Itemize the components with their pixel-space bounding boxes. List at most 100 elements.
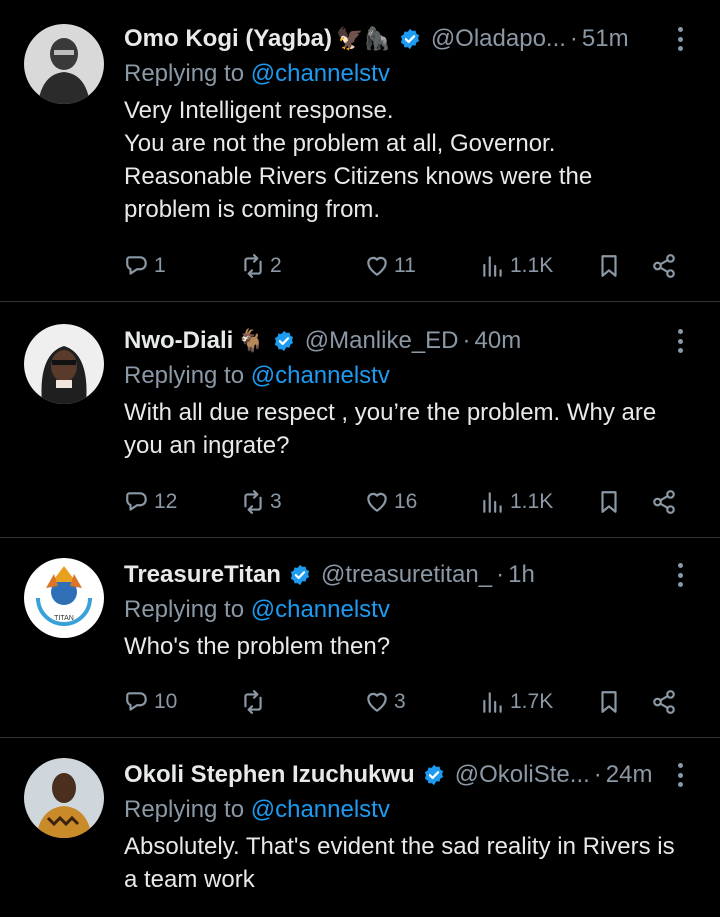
tweet-card[interactable]: Omo Kogi (Yagba) 🦅🦍 @Oladapo... · 51m Re… [0,0,720,302]
handle[interactable]: @Oladapo... [431,25,566,53]
tweet-text-line: a team work [124,866,255,893]
mention-link[interactable]: @channelstv [251,60,390,87]
tweet-text-line: you an ingrate? [124,432,290,459]
share-icon [653,254,675,278]
views-icon [483,492,502,513]
time-separator: · [569,25,578,52]
bookmark-button[interactable] [596,684,622,720]
like-button[interactable]: 11 [364,248,416,284]
reply-icon [126,692,147,711]
more-options-icon[interactable] [670,326,690,356]
like-button[interactable]: 3 [364,684,406,720]
tweet-card[interactable]: TITAN TreasureTitan @treasuretitan_ · 1h… [0,538,720,738]
views-button[interactable]: 1.1K [480,484,553,520]
svg-text:TITAN: TITAN [54,615,74,622]
verified-badge-icon [290,564,310,586]
reply-count: 10 [154,690,178,713]
avatar[interactable] [24,324,104,404]
time-separator: · [462,327,471,354]
views-button[interactable]: 1.7K [480,684,553,720]
like-count: 16 [394,490,418,513]
reply-icon [126,256,147,275]
mention-link[interactable]: @channelstv [251,796,390,823]
view-count: 1.7K [510,690,554,713]
replying-to-label: Replying to [124,796,251,823]
more-options-icon[interactable] [670,560,690,590]
heart-icon [367,256,387,276]
reply-count: 1 [154,254,166,277]
views-icon [483,692,502,713]
like-count: 11 [394,254,416,277]
handle[interactable]: @treasuretitan_ [321,561,492,589]
retweet-icon [244,254,262,278]
avatar[interactable]: TITAN [24,558,104,638]
tweet-text: Who's the problem then? [124,630,690,663]
timestamp[interactable]: 24m [606,761,653,789]
reply-button[interactable]: 1 [124,248,166,284]
display-name[interactable]: Okoli Stephen Izuchukwu [124,761,415,789]
time-separator: · [593,761,602,788]
handle[interactable]: @OkoliSte... [455,761,590,789]
reply-button[interactable]: 10 [124,684,177,720]
display-name[interactable]: Omo Kogi (Yagba) [124,25,332,53]
action-bar: 1 2 11 1.1K [124,248,690,284]
tweet-text: With all due respect , you’re the proble… [124,396,690,462]
heart-icon [367,492,387,512]
time-separator: · [496,561,505,588]
retweet-icon [244,690,262,714]
retweet-button[interactable]: 3 [240,484,282,520]
replying-to-label: Replying to [124,596,251,623]
views-button[interactable]: 1.1K [480,248,553,284]
bookmark-icon [601,255,617,277]
bookmark-button[interactable] [596,248,622,284]
avatar[interactable] [24,24,104,104]
display-name[interactable]: Nwo-Diali [124,327,233,355]
tweet-card[interactable]: Nwo-Diali 🐐 @Manlike_ED · 40m Replying t… [0,302,720,538]
bookmark-icon [601,691,617,713]
verified-badge-icon [400,28,419,50]
replying-to: Replying to @channelstv [124,360,690,392]
handle[interactable]: @Manlike_ED [305,327,459,355]
replying-to: Replying to @channelstv [124,594,690,626]
share-button[interactable] [651,684,677,720]
tweet-text-line: Who's the problem then? [124,633,391,660]
more-options-icon[interactable] [670,760,690,790]
avatar[interactable] [24,758,104,838]
retweet-count: 3 [270,490,282,513]
reply-count: 12 [154,490,178,513]
retweet-button[interactable] [240,684,270,720]
mention-link[interactable]: @channelstv [251,362,390,389]
verified-badge-icon [424,764,443,786]
bookmark-icon [601,491,617,513]
replying-to: Replying to @channelstv [124,794,690,826]
tweet-text-line: Absolutely. That's evident the sad reali… [124,833,675,860]
replying-to-label: Replying to [124,362,251,389]
tweet-text-line: Reasonable Rivers Citizens knows were th… [124,163,593,190]
bookmark-button[interactable] [596,484,622,520]
verified-badge-icon [274,330,293,352]
views-icon [483,256,502,277]
action-bar: 10 3 1.7K [124,684,690,720]
timestamp[interactable]: 40m [475,327,522,355]
retweet-icon [244,490,262,514]
replying-to: Replying to @channelstv [124,58,690,90]
name-emoji: 🦅🦍 [336,26,391,51]
display-name[interactable]: TreasureTitan [124,561,281,589]
replying-to-label: Replying to [124,60,251,87]
reply-button[interactable]: 12 [124,484,177,520]
retweet-count: 2 [270,254,282,277]
timestamp[interactable]: 51m [582,25,629,53]
heart-icon [367,692,387,712]
tweet-text-line: With all due respect , you’re the proble… [124,399,657,426]
share-icon [653,690,675,714]
more-options-icon[interactable] [670,24,690,54]
retweet-button[interactable]: 2 [240,248,282,284]
mention-link[interactable]: @channelstv [251,596,390,623]
like-button[interactable]: 16 [364,484,417,520]
tweet-text-line: problem is coming from. [124,196,381,223]
tweet-card[interactable]: Okoli Stephen Izuchukwu @OkoliSte... · 2… [0,738,720,917]
timestamp[interactable]: 1h [508,561,535,589]
share-button[interactable] [651,248,677,284]
share-button[interactable] [651,484,677,520]
view-count: 1.1K [510,254,554,277]
